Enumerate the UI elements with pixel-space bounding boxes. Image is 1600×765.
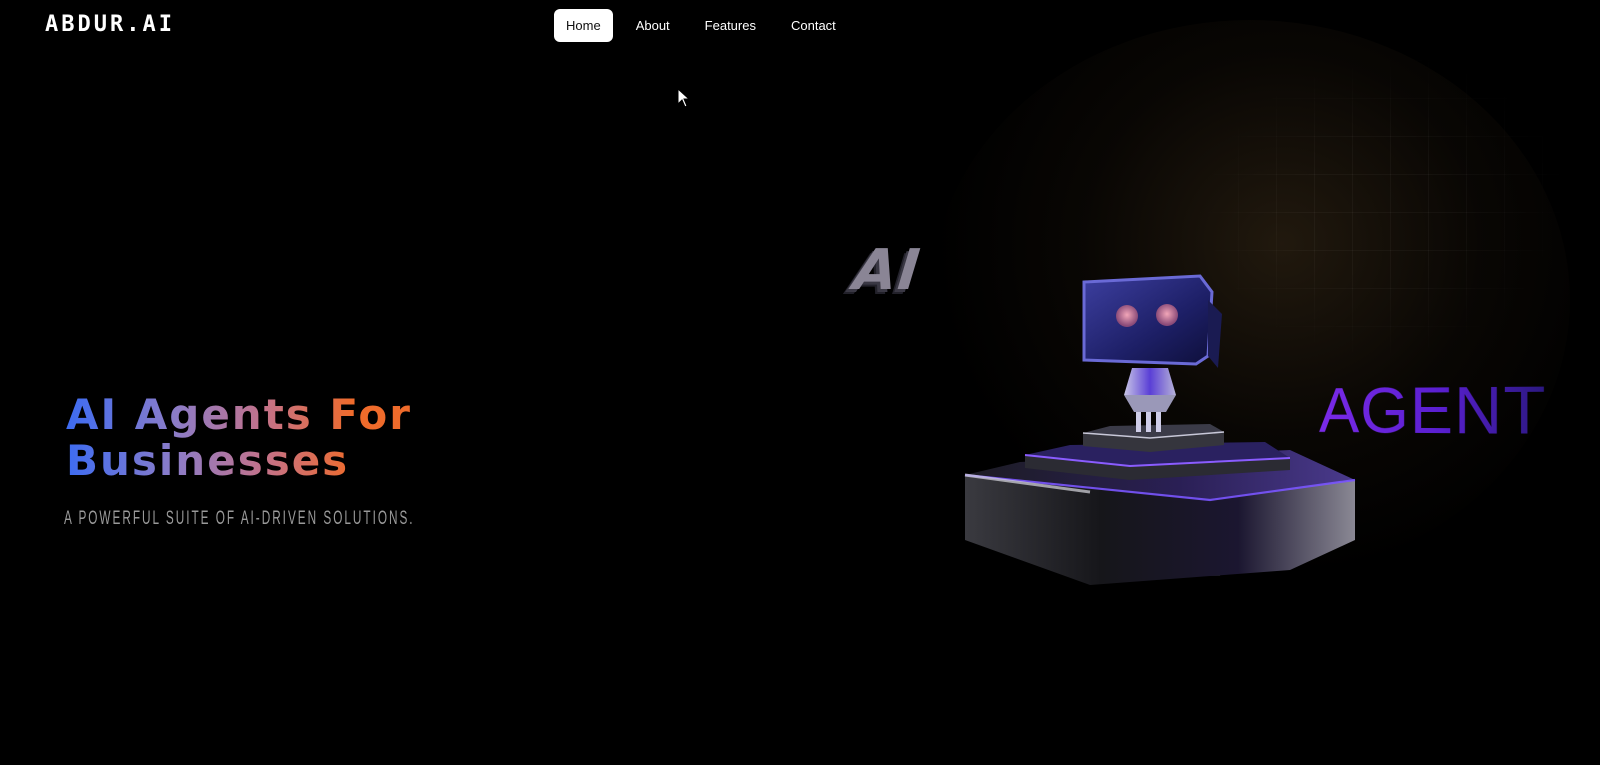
robot-icon [964, 274, 1356, 585]
hero-3d-scene: AI AGENT [820, 0, 1600, 765]
hero-subtitle: A POWERFUL SUITE OF AI-DRIVEN SOLUTIONS. [64, 508, 415, 529]
nav-features[interactable]: Features [693, 9, 768, 42]
site-logo[interactable]: ABDUR.AI [45, 12, 175, 37]
float-text-ai: AI [850, 238, 924, 303]
nav-about[interactable]: About [624, 9, 682, 42]
nav-home[interactable]: Home [554, 9, 613, 42]
hero-title: AI Agents For Businesses [66, 392, 426, 484]
mouse-cursor-icon [677, 88, 691, 108]
hero-title-line2: Businesses [66, 436, 350, 485]
hero-title-line1: AI Agents For [66, 390, 412, 439]
main-nav: Home About Features Contact [554, 9, 859, 42]
